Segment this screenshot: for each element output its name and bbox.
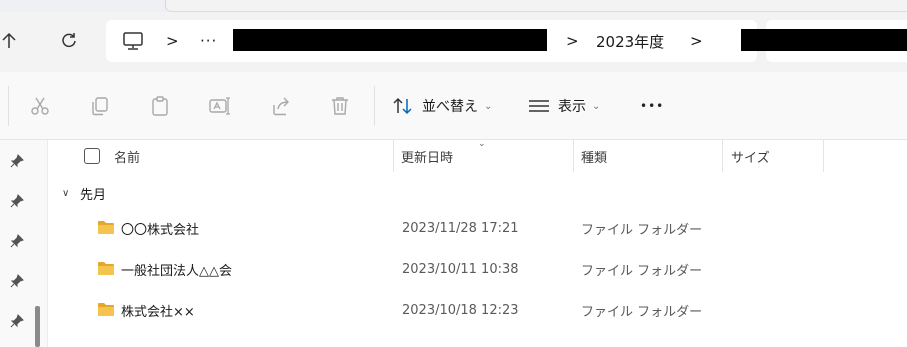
file-type: ファイル フォルダー [581,263,703,279]
crumb-separator[interactable]: > [690,20,703,62]
refresh-button[interactable] [54,26,84,56]
redacted-search [741,29,907,51]
view-label: 表示 [558,99,586,115]
column-divider[interactable] [393,140,394,172]
pin-icon[interactable] [10,274,24,288]
folder-icon [98,303,114,316]
column-header-name[interactable]: 名前 [114,140,140,172]
sort-label: 並べ替え [422,99,478,115]
file-name: 一般社団法人△△会 [121,263,232,279]
share-button[interactable] [269,94,293,118]
file-explorer-window: > ··· > 2023年度 > 並べ替え ⌄ 表示 ⌄ ••• 名前 ⌄ 更新… [0,0,907,347]
folder-crumb[interactable]: 2023年度 [596,20,664,62]
redacted-path [233,29,547,51]
active-tab-edge[interactable] [165,0,907,12]
address-row: > ··· > 2023年度 > [0,12,907,72]
column-divider[interactable] [573,140,574,172]
file-date: 2023/11/28 17:21 [402,220,519,236]
more-options-button[interactable]: ••• [640,90,664,122]
share-icon [273,97,289,116]
column-divider[interactable] [722,140,723,172]
title-strip [0,0,907,12]
toolbar-divider [8,86,9,126]
up-arrow-button[interactable] [0,26,24,56]
scissors-icon [31,97,49,115]
delete-button[interactable] [328,94,352,118]
chevron-down-icon: ⌄ [592,100,601,112]
pin-icon[interactable] [10,234,24,248]
rename-button[interactable] [208,94,232,118]
file-date: 2023/10/18 12:23 [402,302,519,318]
toolbar-divider [374,86,375,126]
sort-button[interactable]: 並べ替え ⌄ [392,90,492,122]
list-item[interactable]: 一般社団法人△△会 2023/10/11 10:38 ファイル フォルダー [48,249,907,289]
pin-icon[interactable] [10,154,24,168]
chevron-down-icon: ⌄ [484,100,493,112]
navigation-pane [0,140,48,347]
sort-icon [393,97,412,115]
copy-button[interactable] [88,94,112,118]
file-name: 株式会社×× [121,304,195,320]
select-all-checkbox[interactable] [84,148,100,164]
refresh-icon [62,33,76,48]
list-item[interactable]: 株式会社×× 2023/10/18 12:23 ファイル フォルダー [48,290,907,330]
list-view-icon [529,100,549,112]
overflow-crumb[interactable]: ··· [200,20,217,62]
view-button[interactable]: 表示 ⌄ [528,90,600,122]
clipboard-icon [152,96,168,116]
sort-caret-icon: ⌄ [478,139,486,149]
file-name: 〇〇株式会社 [121,222,200,238]
file-date: 2023/10/11 10:38 [402,261,519,277]
address-bar[interactable]: > ··· > 2023年度 > [106,20,757,62]
pin-icon[interactable] [10,314,24,328]
folder-icon [98,262,114,275]
search-box[interactable] [741,20,907,62]
this-pc-crumb[interactable] [122,20,144,62]
column-header-date[interactable]: 更新日時 [401,140,453,172]
column-header-type[interactable]: 種類 [581,140,607,172]
folder-icon [98,221,114,234]
up-arrow-icon [2,32,16,48]
command-bar: 並べ替え ⌄ 表示 ⌄ ••• [0,72,907,140]
rename-icon [209,97,230,115]
crumb-separator[interactable]: > [166,20,179,62]
pin-icon[interactable] [10,194,24,208]
file-type: ファイル フォルダー [581,304,703,320]
monitor-icon [123,32,143,50]
group-header-last-month[interactable]: ∨ 先月 [62,183,106,203]
trash-icon [332,97,348,115]
copy-icon [92,97,108,116]
group-label: 先月 [80,187,107,203]
column-header-size[interactable]: サイズ [731,140,770,172]
column-divider[interactable] [823,140,824,172]
paste-button[interactable] [148,94,172,118]
chevron-down-icon: ∨ [62,187,70,199]
file-type: ファイル フォルダー [581,222,703,238]
scrollbar-thumb[interactable] [35,306,40,347]
more-icon: ••• [640,99,665,113]
cut-button[interactable] [28,94,52,118]
list-item[interactable]: 〇〇株式会社 2023/11/28 17:21 ファイル フォルダー [48,208,907,248]
crumb-separator[interactable]: > [566,20,579,62]
